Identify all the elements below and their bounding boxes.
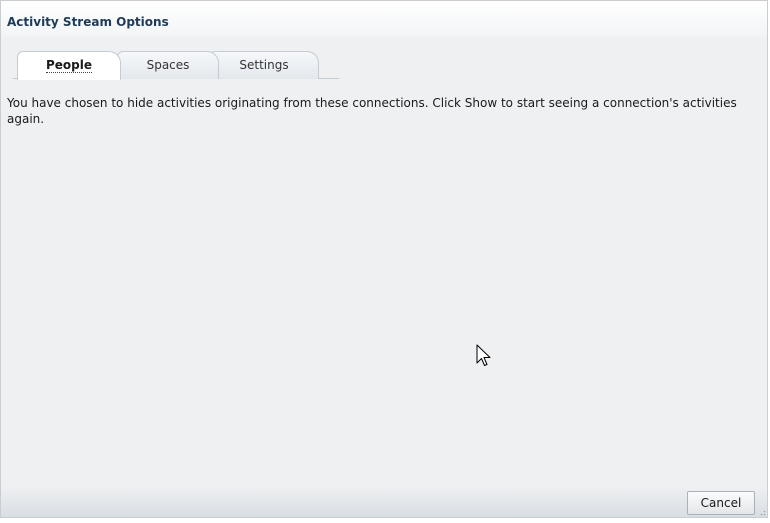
hidden-connections-message: You have chosen to hide activities origi… xyxy=(7,96,737,126)
dialog-title-bar: Activity Stream Options xyxy=(1,1,767,37)
tab-people[interactable]: People xyxy=(17,51,121,80)
tab-people-label: People xyxy=(45,58,93,73)
dialog-footer: Cancel xyxy=(1,487,767,517)
tab-settings-label: Settings xyxy=(239,58,289,72)
resize-grip-icon[interactable] xyxy=(758,508,766,516)
tab-bar: Settings Spaces People xyxy=(13,51,339,80)
dialog-content: Settings Spaces People You have chosen t… xyxy=(1,37,767,487)
cancel-button[interactable]: Cancel xyxy=(687,491,755,515)
activity-stream-options-dialog: Activity Stream Options Settings Spaces … xyxy=(0,0,768,518)
dialog-title: Activity Stream Options xyxy=(7,15,169,29)
mouse-pointer-icon xyxy=(476,344,491,366)
tab-settings[interactable]: Settings xyxy=(209,51,319,79)
tab-spaces[interactable]: Spaces xyxy=(117,51,219,79)
tab-spaces-label: Spaces xyxy=(146,58,190,72)
